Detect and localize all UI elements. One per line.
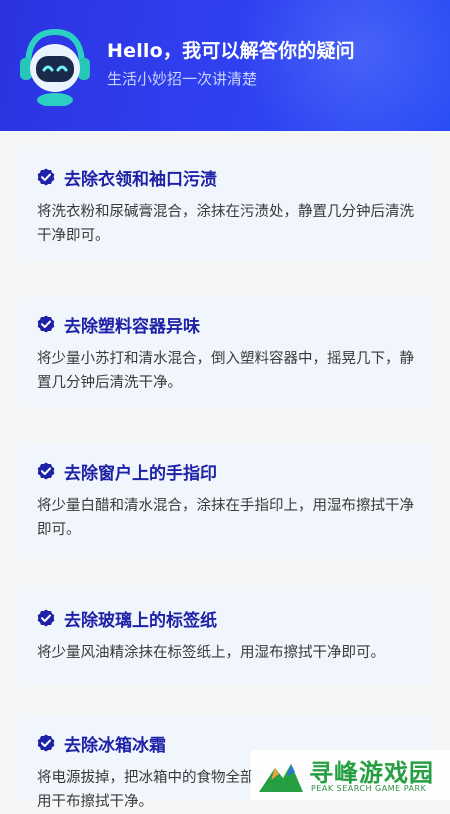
watermark: 寻峰游戏园 PEAK SEARCH GAME PARK: [251, 750, 450, 800]
check-circle-icon: [37, 609, 55, 627]
tip-title: 去除塑料容器异味: [64, 317, 200, 337]
tip-description: 将少量白醋和清水混合，涂抹在手指印上，用湿布擦拭干净即可。: [37, 498, 414, 538]
check-circle-icon: [37, 734, 55, 752]
tip-title: 去除窗户上的手指印: [64, 464, 217, 484]
tip-description: 将少量小苏打和清水混合，倒入塑料容器中，摇晃几下，静置几分钟后清洗干净。: [37, 351, 414, 391]
tip-title: 去除玻璃上的标签纸: [64, 611, 217, 631]
tip-card[interactable]: 去除玻璃上的标签纸 将少量风油精涂抹在标签纸上，用湿布擦拭干净即可。: [18, 591, 432, 683]
header-title: Hello，我可以解答你的疑问: [107, 40, 355, 62]
tip-description: 将洗衣粉和尿碱膏混合，涂抹在污渍处，静置几分钟后清洗干净即可。: [37, 204, 414, 244]
tip-description: 将少量风油精涂抹在标签纸上，用湿布擦拭干净即可。: [37, 645, 385, 661]
tip-card[interactable]: 去除窗户上的手指印 将少量白醋和清水混合，涂抹在手指印上，用湿布擦拭干净即可。: [18, 444, 432, 554]
tip-card[interactable]: 去除衣领和袖口污渍 将洗衣粉和尿碱膏混合，涂抹在污渍处，静置几分钟后清洗干净即可…: [18, 150, 432, 260]
tip-title: 去除冰箱冰霜: [64, 736, 166, 756]
header-glow: [230, 0, 450, 131]
watermark-name: 寻峰游戏园: [309, 759, 434, 787]
header-banner: Hello，我可以解答你的疑问 生活小妙招一次讲清楚: [0, 0, 450, 131]
robot-mascot-icon: [20, 28, 90, 106]
tip-title: 去除衣领和袖口污渍: [64, 170, 217, 190]
check-circle-icon: [37, 168, 55, 186]
check-circle-icon: [37, 462, 55, 480]
mountain-logo-icon: [259, 764, 303, 792]
check-circle-icon: [37, 315, 55, 333]
header-subtitle: 生活小妙招一次讲清楚: [107, 70, 258, 88]
tip-card[interactable]: 去除塑料容器异味 将少量小苏打和清水混合，倒入塑料容器中，摇晃几下，静置几分钟后…: [18, 297, 432, 407]
watermark-subtitle: PEAK SEARCH GAME PARK: [311, 784, 427, 793]
